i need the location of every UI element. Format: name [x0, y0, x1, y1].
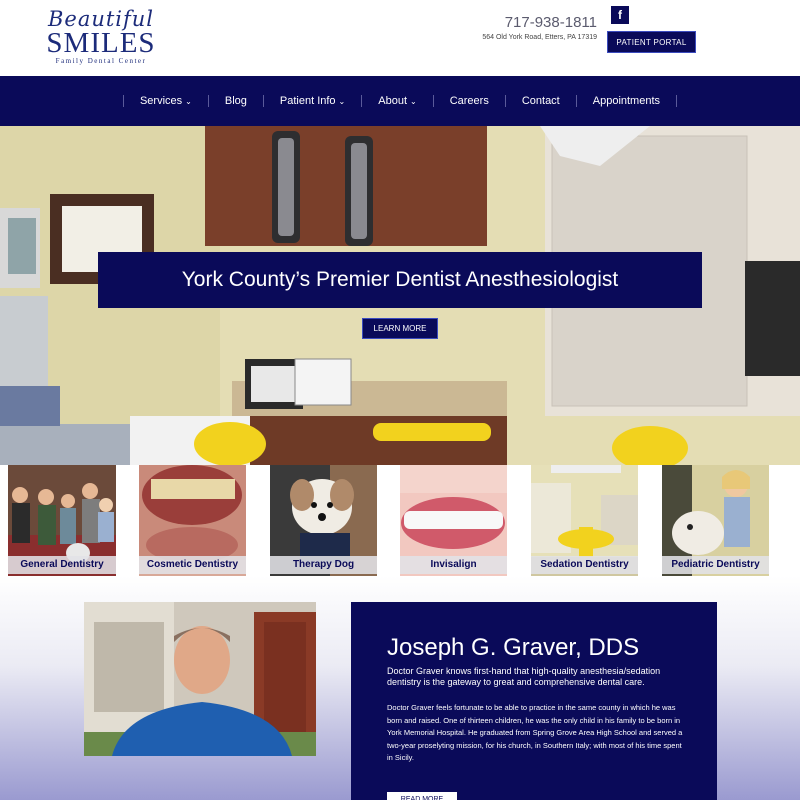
service-label: Cosmetic Dentistry — [139, 556, 246, 574]
nav-label: Patient Info — [279, 95, 336, 107]
chevron-down-icon: ⌄ — [338, 97, 346, 106]
nav-label: Careers — [449, 95, 489, 107]
patient-portal-button[interactable]: PATIENT PORTAL — [607, 31, 696, 53]
nav-divider — [676, 95, 678, 107]
nav-item-appointments[interactable]: Appointments — [577, 95, 676, 107]
site-header: Beautiful SMILES Family Dental Center 71… — [0, 0, 800, 76]
service-tile-sedation-dentistry[interactable]: Sedation Dentistry — [531, 465, 638, 576]
service-tile-therapy-dog[interactable]: Therapy Dog — [270, 465, 377, 576]
read-more-button[interactable]: READ MORE — [387, 792, 457, 800]
site-logo[interactable]: Beautiful SMILES Family Dental Center — [36, 8, 166, 68]
main-nav: Services ⌄ Blog Patient Info ⌄ About ⌄ Care… — [0, 76, 800, 126]
service-tile-general-dentistry[interactable]: General Dentistry — [8, 465, 116, 576]
hero-banner: York County’s Premier Dentist Anesthesio… — [0, 126, 800, 465]
learn-more-button[interactable]: LEARN MORE — [362, 318, 438, 339]
hero-title: York County’s Premier Dentist Anesthesio… — [98, 252, 702, 308]
logo-main: SMILES — [46, 27, 156, 59]
facebook-icon[interactable]: f — [611, 6, 629, 24]
nav-label: Contact — [521, 95, 560, 107]
services-strip: General Dentistry Cosmetic Dentistry The… — [0, 465, 800, 576]
nav-item-services[interactable]: Services ⌄ — [124, 95, 208, 107]
service-tile-pediatric-dentistry[interactable]: Pediatric Dentistry — [662, 465, 769, 576]
nav-item-careers[interactable]: Careers — [434, 95, 505, 107]
doctor-photo — [84, 602, 316, 756]
doctor-name: Joseph G. Graver, DDS — [387, 634, 640, 661]
chevron-down-icon: ⌄ — [410, 97, 417, 106]
chevron-down-icon: ⌄ — [185, 97, 192, 106]
nav-label: Appointments — [592, 95, 661, 107]
nav-item-contact[interactable]: Contact — [506, 95, 576, 107]
service-label: Sedation Dentistry — [531, 556, 638, 574]
doctor-card: Joseph G. Graver, DDS Doctor Graver know… — [351, 602, 717, 800]
doctor-section: Joseph G. Graver, DDS Doctor Graver know… — [0, 576, 800, 800]
office-address: 564 Old York Road, Etters, PA 17319 — [482, 34, 597, 41]
doctor-bio-text: Doctor Graver feels fortunate to be able… — [387, 703, 683, 762]
doctor-lead-text: Doctor Graver knows first-hand that high… — [387, 666, 661, 687]
nav-list: Services ⌄ Blog Patient Info ⌄ About ⌄ Care… — [0, 76, 800, 126]
service-tile-invisalign[interactable]: Invisalign — [400, 465, 507, 576]
doctor-portrait-icon — [84, 602, 316, 756]
nav-label: Blog — [224, 95, 247, 107]
phone-number[interactable]: 717-938-1811 — [500, 14, 597, 31]
nav-item-blog[interactable]: Blog — [209, 95, 263, 107]
service-tile-cosmetic-dentistry[interactable]: Cosmetic Dentistry — [139, 465, 246, 576]
service-label: General Dentistry — [8, 556, 116, 574]
nav-item-about[interactable]: About ⌄ — [362, 95, 432, 107]
nav-label: Services — [139, 95, 183, 107]
nav-label: About — [378, 95, 407, 107]
service-label: Invisalign — [400, 556, 507, 574]
service-label: Therapy Dog — [270, 556, 377, 574]
service-label: Pediatric Dentistry — [662, 556, 769, 574]
nav-item-patient-info[interactable]: Patient Info ⌄ — [264, 95, 361, 107]
